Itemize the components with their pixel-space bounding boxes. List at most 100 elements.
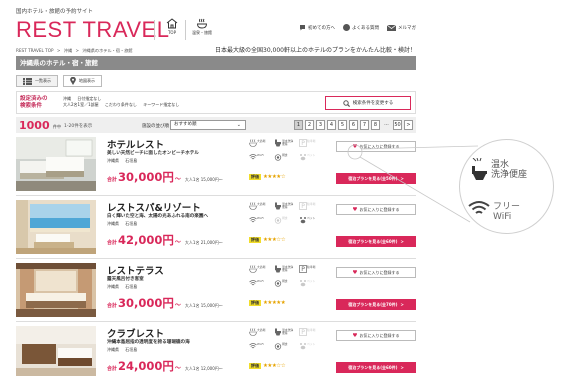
page-button[interactable]: 50 <box>393 120 402 130</box>
page-button[interactable]: 1 <box>294 120 303 130</box>
hotel-photo[interactable] <box>16 326 96 376</box>
hotel-photo[interactable] <box>16 263 96 317</box>
hotel-rating: 評価 ★★★★★ <box>249 300 286 306</box>
condition-preferences: こだわり条件なし <box>104 102 137 107</box>
results-bar: 1000 件中 1-20件を表示 施設の並び順 おすすめ順 ⌄ 1 2 3 4 … <box>16 117 416 133</box>
rating-badge: 評価 <box>249 237 261 243</box>
star-rating: ★★★★★ <box>263 300 286 306</box>
view-plans-button[interactable]: 宿泊プランを見る(全60件) > <box>336 362 416 373</box>
hot-spring-icon <box>197 18 207 29</box>
page-button[interactable]: 8 <box>371 120 380 130</box>
hotel-card: クラブレスト 沖縄本島屈指の透明度を誇る珊瑚礁の海 沖縄県 石垣島 合計 24,… <box>16 324 416 376</box>
conditions-title-line: 設定済みの <box>20 96 48 102</box>
page-button[interactable]: 7 <box>360 120 369 130</box>
chevron-right-icon: > <box>400 239 404 244</box>
region-title: 沖縄県のホテル・宿・旅館 <box>16 56 416 70</box>
breakfast-icon <box>274 154 282 161</box>
faq-link[interactable]: よくある質問 <box>343 24 379 31</box>
view-plans-button[interactable]: 宿泊プランを見る(全50件) > <box>336 173 416 184</box>
add-favorite-button[interactable]: ♥ お気に入りに登録する <box>336 267 416 278</box>
nav-hot-spring[interactable]: 温泉・旅館 <box>190 18 214 36</box>
first-time-link[interactable]: 初めての方へ <box>299 24 335 31</box>
hotel-price: 24,000円 <box>118 359 174 373</box>
hotel-photo[interactable] <box>16 137 96 191</box>
hotel-name[interactable]: ホテルレスト <box>107 137 164 151</box>
add-favorite-button[interactable]: ♥ お気に入りに登録する <box>336 141 416 152</box>
map-pin-icon <box>70 77 76 85</box>
page-button[interactable]: 5 <box>338 120 347 130</box>
breadcrumb-home[interactable]: REST TRAVEL TOP <box>16 48 54 53</box>
amenity-label: 駐車場 <box>307 139 316 143</box>
star-rating: ★★★☆☆ <box>263 363 286 369</box>
parking-icon: P <box>299 139 307 147</box>
next-page-button[interactable]: > <box>404 120 413 130</box>
favorite-label: お気に入りに登録する <box>359 332 400 338</box>
bath-icon <box>249 202 257 210</box>
price-tilde: 〜 <box>174 176 181 183</box>
change-conditions-button[interactable]: 検索条件を変更する <box>325 96 411 110</box>
hotel-photo[interactable] <box>16 200 96 254</box>
price-per-person: 大人1名 12,000円〜 <box>184 366 223 371</box>
site-logo[interactable]: REST TRAVEL <box>16 17 169 43</box>
page-button[interactable]: 6 <box>349 120 358 130</box>
hotel-price: 30,000円 <box>118 296 174 310</box>
sort-select[interactable]: おすすめ順 ⌄ <box>170 120 246 130</box>
hotel-prefecture: 沖縄県 <box>107 158 119 163</box>
condition-area: 沖縄 <box>63 96 71 101</box>
amenity-label: Wi-Fi <box>257 216 264 220</box>
price-line: 合計 30,000円 〜 大人1名 15,000円〜 <box>107 295 223 311</box>
map-view-button[interactable]: 地図表示 <box>63 75 102 87</box>
view-plans-button[interactable]: 宿泊プランを見る(全70件) > <box>336 299 416 310</box>
list-view-button[interactable]: 一覧表示 <box>16 75 58 87</box>
amenity-parking: P 駐車場 <box>299 202 319 213</box>
amenity-wifi: Wi-Fi <box>249 216 269 227</box>
amenity-label: 大浴場 <box>257 328 266 332</box>
amenity-toilet: 温水洗浄便座 <box>274 202 294 213</box>
amenity-label: Wi-Fi <box>257 279 264 283</box>
price-tilde: 〜 <box>174 239 181 246</box>
amenity-pet: ペット <box>299 279 319 290</box>
hotel-price: 42,000円 <box>118 233 174 247</box>
page-button[interactable]: 2 <box>305 120 314 130</box>
amenity-bath: 大浴場 <box>249 328 269 339</box>
breakfast-icon <box>274 343 282 350</box>
heart-icon: ♥ <box>352 332 358 339</box>
sort-value: おすすめ順 <box>174 122 197 127</box>
add-favorite-button[interactable]: ♥ お気に入りに登録する <box>336 204 416 215</box>
hotel-name[interactable]: クラブレスト <box>107 326 164 340</box>
amenity-label: 温水洗浄便座 <box>282 139 294 146</box>
heart-icon: ♥ <box>352 206 358 213</box>
conditions-title: 設定済みの 検索条件 <box>20 96 48 110</box>
breadcrumb-row: REST TRAVEL TOP > 沖縄 > 沖縄県のホテル・宿・旅館 日本最大… <box>16 46 416 55</box>
rating-badge: 評価 <box>249 363 261 369</box>
breadcrumb-okinawa[interactable]: 沖縄 <box>64 48 72 53</box>
mail-icon <box>387 24 396 31</box>
wifi-icon <box>468 201 490 214</box>
hotel-name[interactable]: レストスパ&リゾート <box>107 200 201 214</box>
star-rating: ★★★★☆ <box>263 174 286 180</box>
amenity-label: 朝食 <box>282 216 288 220</box>
hotel-area: 石垣島 <box>125 158 138 163</box>
page-button[interactable]: 3 <box>316 120 325 130</box>
wifi-icon <box>249 343 257 349</box>
hotel-name[interactable]: レストテラス <box>107 263 164 277</box>
amenity-breakfast: 朝食 <box>274 153 294 164</box>
hotel-area: 石垣島 <box>125 221 138 226</box>
price-line: 合計 30,000円 〜 大人1名 15,000円〜 <box>107 169 223 185</box>
star-rating: ★★★☆☆ <box>263 237 286 243</box>
amenity-label: Wi-Fi <box>257 153 264 157</box>
condition-guests: 大人2名1室／1部屋 <box>63 102 99 107</box>
building-icon <box>166 18 178 29</box>
view-plans-button[interactable]: 宿泊プランを見る(全60件) > <box>336 236 416 247</box>
amenity-pet: ペット <box>299 342 319 353</box>
newsletter-link[interactable]: メルマガ <box>387 24 416 31</box>
list-icon <box>23 77 32 85</box>
amenity-icons: 大浴場 温水洗浄便座 P 駐車場 Wi-Fi 朝食 ペット <box>249 202 329 230</box>
add-favorite-button[interactable]: ♥ お気に入りに登録する <box>336 330 416 341</box>
parking-icon: P <box>299 202 307 210</box>
page-button[interactable]: 4 <box>327 120 336 130</box>
hotel-catchphrase: 白く輝いた空と海、太陽の光あふれる南の楽園へ <box>107 214 209 219</box>
sort-label: 施設の並び順 <box>142 124 169 129</box>
nav-top[interactable]: TOP <box>160 18 184 35</box>
hotel-prefecture: 沖縄県 <box>107 347 119 352</box>
